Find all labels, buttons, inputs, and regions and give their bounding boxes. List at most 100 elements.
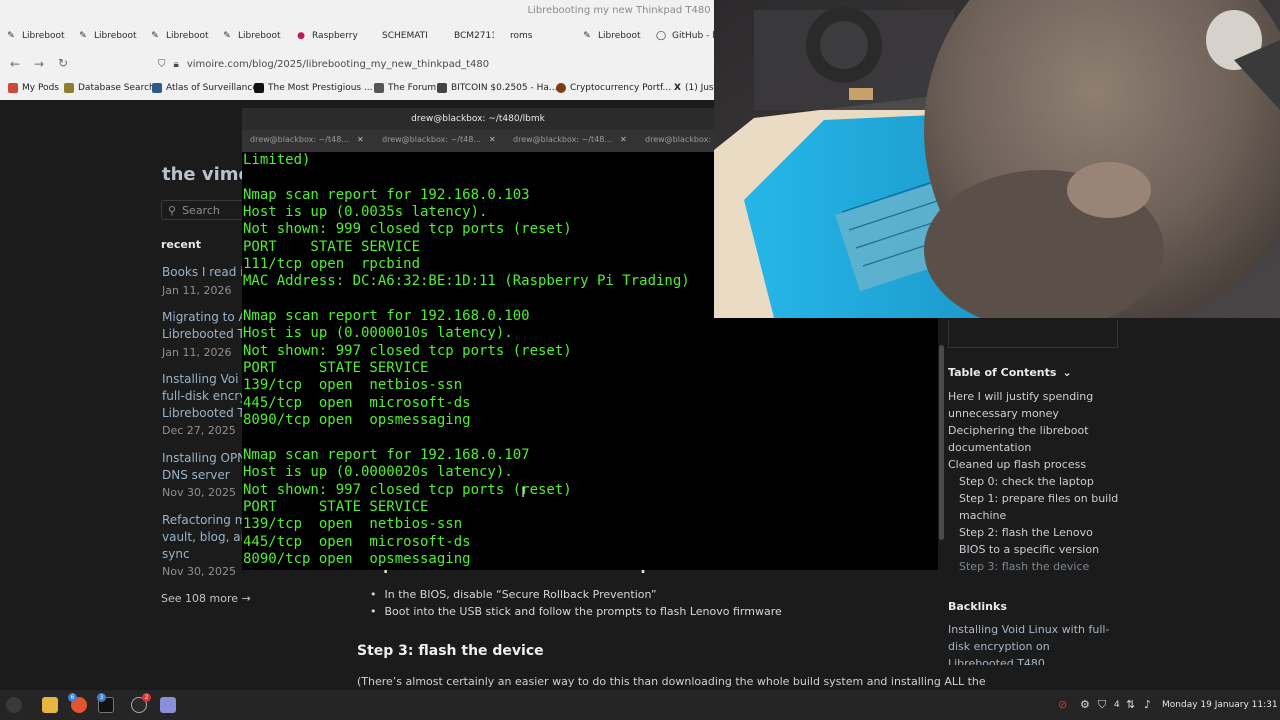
terminal-titlebar[interactable]: drew@blackbox: ~/t480/lbmk — [242, 108, 714, 130]
post-date: Nov 30, 2025 — [162, 565, 236, 578]
tab-label: Libreboot — [238, 31, 281, 41]
scrollbar[interactable] — [939, 345, 944, 540]
close-icon[interactable]: ✕ — [620, 135, 627, 144]
menu-icon[interactable] — [6, 697, 22, 713]
terminal-tab-label: drew@blackbox: ~/t48... — [382, 135, 481, 144]
post-link[interactable]: Installing Voi full-disk encry Libreboot… — [162, 371, 247, 422]
toc-item[interactable]: Here I will justify spending unnecessary… — [948, 388, 1118, 422]
post-date: Jan 11, 2026 — [162, 284, 232, 297]
bookmark-label: My Pods — [22, 83, 59, 93]
post-link[interactable]: Installing OPN DNS server on — [162, 450, 247, 484]
pocket-icon — [8, 83, 18, 93]
shield-icon[interactable]: ⛉ — [1098, 698, 1106, 712]
search-placeholder: Search — [182, 203, 220, 217]
search-input[interactable]: ⚲ Search — [161, 200, 251, 220]
clock[interactable]: Monday 19 January 11:31 — [1162, 700, 1278, 710]
browser-tab[interactable]: ✎ Libreboot — [150, 26, 218, 46]
bookmark[interactable]: X (1) Just — [674, 80, 717, 96]
bookmark-label: (1) Just — [684, 83, 718, 93]
tab-label: Libreboot — [94, 31, 137, 41]
browser-tab[interactable]: SCHEMATI — [382, 26, 428, 46]
libreboot-favicon: ✎ — [7, 31, 15, 41]
post-link[interactable]: Migrating to A Librebooted T — [162, 309, 247, 343]
terminal-tab-label: drew@blackbox: ~/t48... — [250, 135, 349, 144]
badge: 2 — [142, 693, 151, 702]
post-link[interactable]: Books I read i — [162, 264, 247, 281]
toc-item[interactable]: Step 0: check the laptop — [959, 473, 1119, 490]
tab-label: Libreboot — [22, 31, 65, 41]
close-icon[interactable]: ✕ — [489, 135, 496, 144]
record-icon[interactable]: ⊘ — [1058, 698, 1067, 711]
backlinks-heading: Backlinks — [948, 600, 1007, 613]
url-bar[interactable]: ⛉ 🔒︎ vimoire.com/blog/2025/librebooting_… — [158, 55, 698, 73]
browser-tab[interactable]: BCM2711 — [454, 26, 494, 46]
browser-tab[interactable]: ✎ Libreboot — [582, 26, 650, 46]
bookmark[interactable]: Cryptocurrency Portf... — [556, 80, 671, 96]
bookmark[interactable]: Atlas of Surveillance — [152, 80, 258, 96]
bookmark-label: The Forum — [388, 83, 437, 93]
list-item: Boot into the USB stick and follow the p… — [370, 605, 782, 618]
browser-tab[interactable]: ✎ Libreboot — [6, 26, 74, 46]
bookmark-label: Cryptocurrency Portf... — [570, 83, 672, 93]
post-date: Jan 11, 2026 — [162, 346, 232, 359]
lock-icon: 🔒︎ — [173, 58, 179, 70]
files-icon[interactable] — [42, 697, 58, 713]
tab-label: Raspberry — [312, 31, 358, 41]
browser-tab[interactable]: ◯ GitHub - li — [656, 26, 714, 46]
site-title[interactable]: the vimo — [162, 164, 251, 185]
atlas-icon — [152, 83, 162, 93]
bookmark[interactable]: The Most Prestigious ... — [254, 80, 373, 96]
search-icon: ⚲ — [168, 203, 177, 217]
toc-item-active[interactable]: Step 3: flash the device — [959, 558, 1119, 575]
post-date: Nov 30, 2025 — [162, 486, 236, 499]
toc-item[interactable]: Deciphering the libreboot documentation — [948, 422, 1118, 456]
market-icon — [437, 83, 447, 93]
forum-icon — [374, 83, 384, 93]
tab-label: Libreboot — [598, 31, 641, 41]
github-favicon: ◯ — [656, 31, 667, 41]
toc-heading[interactable]: Table of Contents ⌄ — [948, 366, 1072, 379]
tab-label: GitHub - li — [672, 31, 714, 41]
terminal-tab[interactable]: drew@blackbox: ~/t48... ✕ — [250, 135, 364, 144]
terminal-tab-label: drew@blackbox: — [645, 135, 712, 144]
terminal-title: drew@blackbox: ~/t480/lbmk — [411, 114, 545, 124]
terminal-tab[interactable]: drew@blackbox: ~/t48... ✕ — [382, 135, 496, 144]
bookmark[interactable]: My Pods — [8, 80, 59, 96]
terminal-tab-label: drew@blackbox: ~/t48... — [513, 135, 612, 144]
tab-label: BCM2711 — [454, 31, 494, 41]
browser-tab[interactable]: roms — [510, 26, 550, 46]
bookmark-label: Atlas of Surveillance — [166, 83, 258, 93]
volume-icon[interactable]: ♪ — [1144, 698, 1151, 711]
terminal-tab[interactable]: drew@blackbox: ~/t48... ✕ — [513, 135, 627, 144]
browser-tab[interactable]: ✎ Libreboot — [78, 26, 146, 46]
bookmark[interactable]: The Forum — [374, 80, 436, 96]
reload-icon[interactable]: ↻ — [58, 56, 68, 70]
bookmark[interactable]: Database Search — [64, 80, 155, 96]
forward-icon[interactable]: → — [34, 57, 44, 71]
backlink-link[interactable]: Installing Void Linux with full-disk enc… — [948, 621, 1118, 665]
post-link[interactable]: Refactoring m vault, blog, ar sync — [162, 512, 247, 563]
recent-heading: recent — [161, 238, 201, 251]
toc-item[interactable]: Cleaned up flash process — [948, 456, 1118, 473]
browser-tab[interactable]: ✎ Libreboot — [222, 26, 290, 46]
close-icon[interactable]: ✕ — [357, 135, 364, 144]
text-cursor-icon: I — [521, 485, 526, 501]
network-icon[interactable]: ⇅ — [1126, 698, 1135, 711]
see-more-link[interactable]: See 108 more → — [161, 592, 251, 605]
url-text: vimoire.com/blog/2025/librebooting_my_ne… — [186, 58, 490, 70]
toc-item[interactable]: Step 1: prepare files on build machine — [959, 490, 1119, 524]
shield-icon: ⛉ — [158, 58, 166, 70]
settings-icon[interactable]: ⚙ — [1080, 698, 1090, 711]
section-heading: Step 3: flash the device — [357, 643, 544, 659]
chevron-down-icon: ⌄ — [1062, 366, 1072, 379]
bookmark[interactable]: BITCOIN $0.2505 - Ha... — [437, 80, 557, 96]
terminal-tab[interactable]: drew@blackbox: — [645, 135, 711, 144]
editor-icon[interactable] — [160, 697, 176, 713]
tab-label: SCHEMATI — [382, 31, 428, 41]
post-date: Dec 27, 2025 — [162, 424, 236, 437]
database-icon — [64, 83, 74, 93]
back-icon[interactable]: ← — [10, 57, 20, 71]
webcam-image — [714, 0, 1280, 318]
toc-item[interactable]: Step 2: flash the Lenovo BIOS to a speci… — [959, 524, 1119, 558]
browser-tab[interactable]: ● Raspberry — [296, 26, 364, 46]
